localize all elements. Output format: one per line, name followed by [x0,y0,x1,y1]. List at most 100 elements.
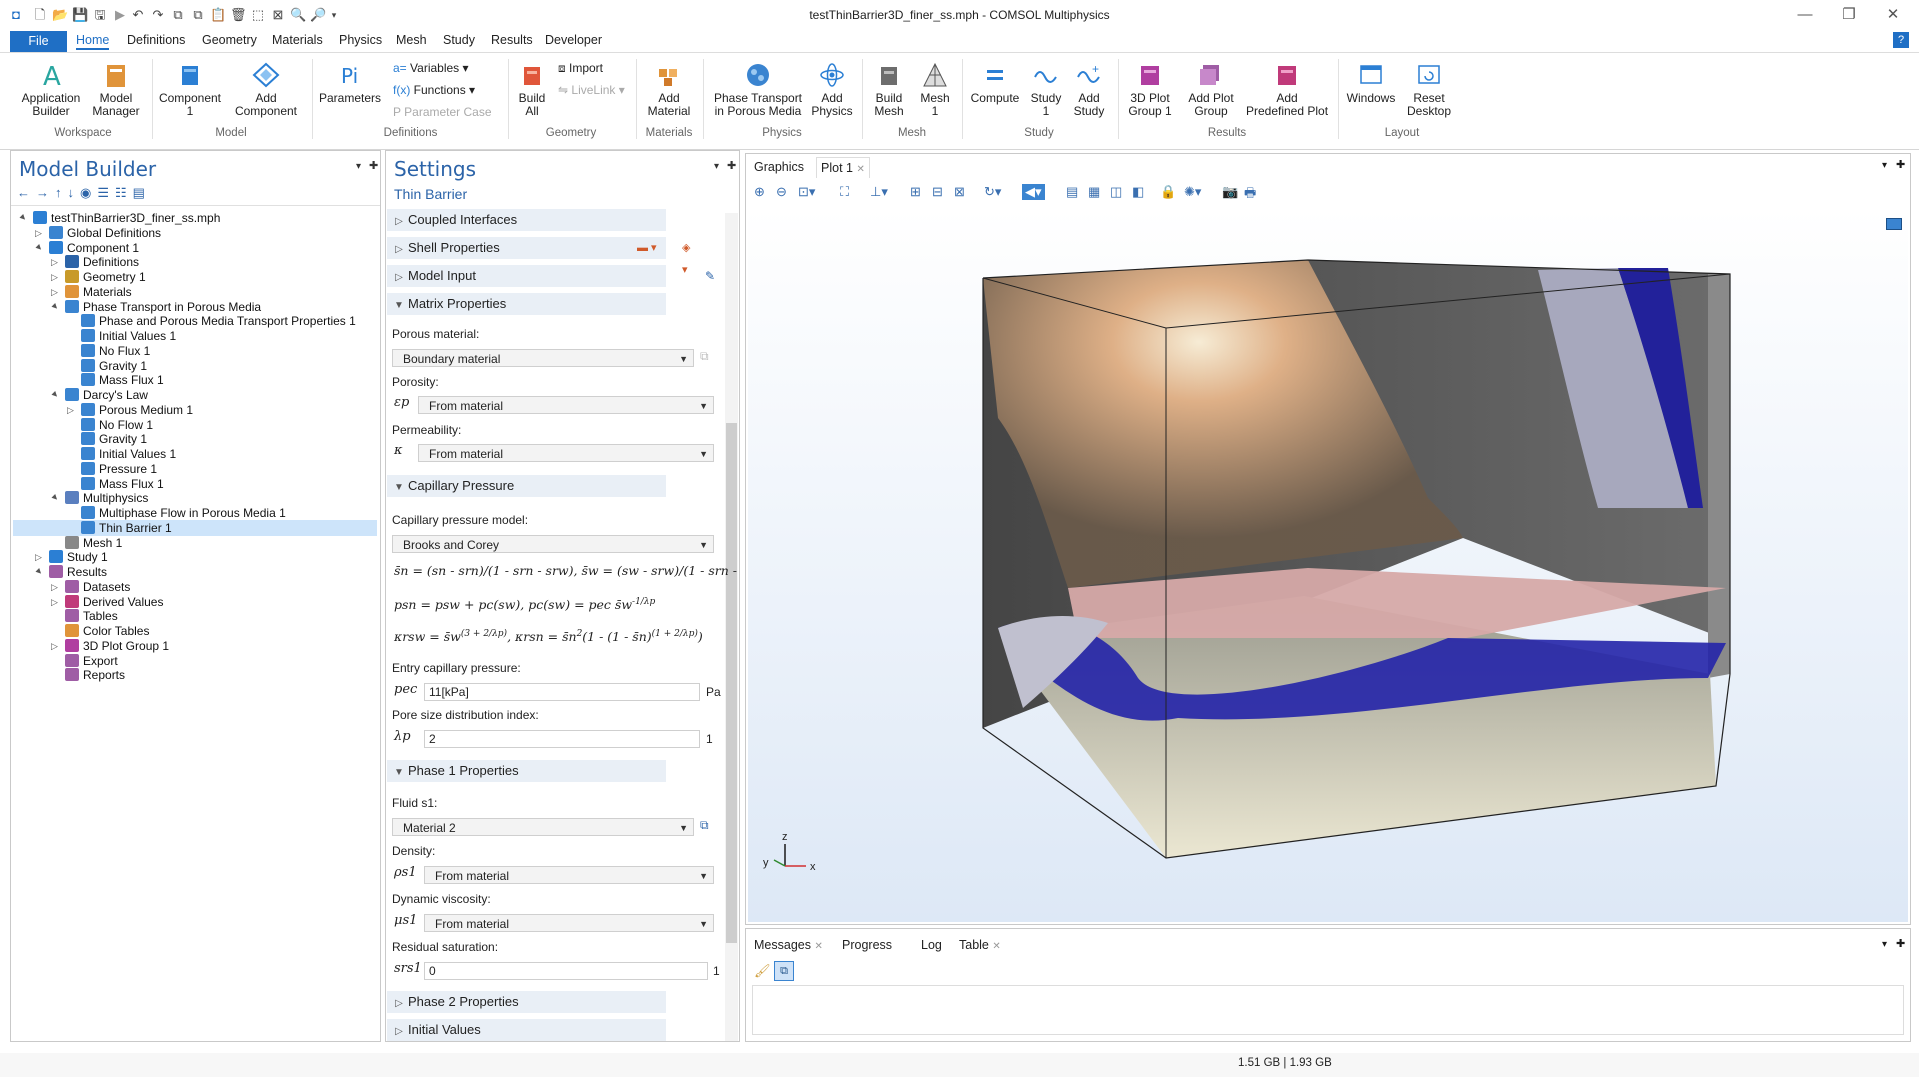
zoom-out-icon[interactable]: ⊖ [776,184,787,200]
go-to-source-icon[interactable]: ⧉ [700,818,718,836]
forward-icon[interactable]: → [36,185,55,200]
application-builder-button[interactable]: A Application Builder [18,61,84,118]
view-xy-icon[interactable]: ⊞ [910,184,921,200]
camera-icon[interactable]: 📷 [1222,184,1238,200]
tab-plot1[interactable]: Plot 1 ✕ [816,157,870,178]
graphics-canvas[interactable]: z y x [748,208,1908,922]
scrollbar-thumb[interactable] [726,423,737,943]
expand-arrow-icon[interactable]: ▷ [35,228,42,239]
tab-messages[interactable]: Messages ✕ [754,935,823,955]
capillary-model-select[interactable]: Brooks and Corey ▼ [392,535,714,553]
transparency-icon[interactable]: ◫ [1110,184,1122,200]
expand-arrow-icon[interactable]: ▷ [51,641,58,652]
collapse-arrow-icon[interactable]: ▲ [49,492,62,505]
settings-scrollbar[interactable] [725,213,738,1041]
close-tab-icon[interactable]: ✕ [814,941,822,952]
phase-transport-button[interactable]: Phase Transport in Porous Media [708,61,808,118]
minimize-icon[interactable]: — [1783,4,1827,26]
permeability-select[interactable]: From material ▼ [418,444,714,462]
back-icon[interactable]: ← [17,185,36,200]
help-icon[interactable]: ? [1893,32,1909,48]
entry-pressure-input[interactable]: 11[kPa] [424,683,700,701]
expand-arrow-icon[interactable]: ▷ [51,597,58,608]
pore-index-input[interactable]: 2 [424,730,700,748]
panel-menu-icon[interactable]: ▾ [1882,160,1887,171]
panel-menu-icon[interactable]: ▾ [714,161,719,172]
tab-log[interactable]: Log [921,935,942,955]
compute-button[interactable]: Compute [966,61,1024,105]
parameters-button[interactable]: Pi Parameters [318,61,382,105]
tab-graphics[interactable]: Graphics [754,157,804,177]
menu-developer[interactable]: Developer [545,33,602,47]
tree-item[interactable]: Reports [65,666,125,684]
clear-messages-icon[interactable]: 🖌 [754,963,771,979]
mesh1-button[interactable]: Mesh 1 [914,61,956,118]
select-mode-icon[interactable]: ◀▾ [1022,184,1045,200]
close-tab-icon[interactable]: ✕ [856,164,864,175]
close-icon[interactable]: ✕ [1871,4,1915,26]
shell-layer-icon[interactable]: ▬ ▾ [637,237,657,259]
tab-table[interactable]: Table ✕ [959,935,1001,955]
menu-file[interactable]: File [10,31,67,52]
section-capillary-pressure[interactable]: ▼ Capillary Pressure [387,475,666,497]
view-xz-icon[interactable]: ⊠ [954,184,965,200]
density-select[interactable]: From material ▼ [424,866,714,884]
porosity-select[interactable]: From material ▼ [418,396,714,414]
section-model-input[interactable]: ▷ Model Input ✎ [387,265,715,287]
import-button[interactable]: ⧈ Import [558,61,603,76]
menu-geometry[interactable]: Geometry [202,33,257,47]
expand-arrow-icon[interactable]: ▷ [51,272,58,283]
build-mesh-button[interactable]: Build Mesh [866,61,912,118]
rotate-icon[interactable]: ↻▾ [984,184,1001,200]
print-icon[interactable]: 🖶 [1244,184,1256,206]
pin-icon[interactable]: ✚ [369,159,378,172]
scene-light-icon[interactable]: ✺▾ [1184,184,1201,200]
residual-saturation-input[interactable]: 0 [424,962,708,980]
zoom-box-icon[interactable]: ⊡▾ [798,184,815,200]
maximize-icon[interactable]: ❐ [1827,4,1871,26]
model-manager-button[interactable]: Model Manager [86,61,146,118]
menu-mesh[interactable]: Mesh [396,33,427,47]
pin-icon[interactable]: ✚ [1896,158,1905,171]
collapse-arrow-icon[interactable]: ▲ [33,241,46,254]
menu-physics[interactable]: Physics [339,33,382,47]
zoom-extents-icon[interactable]: ⛶ [840,184,849,200]
livelink-button[interactable]: ⇋ LiveLink ▾ [558,83,625,97]
menu-materials[interactable]: Materials [272,33,323,47]
component-button[interactable]: Component 1 [156,61,224,118]
fluid-select[interactable]: Material 2 ▼ [392,818,694,836]
expand-arrow-icon[interactable]: ▷ [51,257,58,268]
lock-icon[interactable]: 🔒 [1160,184,1176,200]
menu-study[interactable]: Study [443,33,475,47]
edit-icon[interactable]: ✎ [705,265,715,287]
add-predefined-plot-button[interactable]: Add Predefined Plot [1244,61,1330,118]
up-icon[interactable]: ↑ [55,185,68,200]
menu-definitions[interactable]: Definitions [127,33,185,47]
view-yz-icon[interactable]: ⊟ [932,184,943,200]
panel-menu-icon[interactable]: ▾ [356,161,361,172]
build-all-button[interactable]: Build All [512,61,552,118]
section-coupled-interfaces[interactable]: ▷ Coupled Interfaces [387,209,666,231]
collapse-icon[interactable]: ☷ [115,185,133,200]
menu-results[interactable]: Results [491,33,533,47]
add-material-button[interactable]: Add Material [640,61,698,118]
expand-arrow-icon[interactable]: ▷ [35,552,42,563]
viscosity-select[interactable]: From material ▼ [424,914,714,932]
section-phase2-properties[interactable]: ▷ Phase 2 Properties [387,991,666,1013]
expand-arrow-icon[interactable]: ▷ [51,582,58,593]
menu-home[interactable]: Home [76,33,110,50]
collapse-arrow-icon[interactable]: ▲ [49,300,62,313]
shell-options-icon[interactable]: ◈ ▾ [682,237,690,281]
pin-icon[interactable]: ✚ [727,159,736,172]
add-study-button[interactable]: + Add Study [1068,61,1110,118]
reset-desktop-button[interactable]: Reset Desktop [1400,61,1458,118]
zoom-in-icon[interactable]: ⊕ [754,184,765,200]
expand-arrow-icon[interactable]: ▷ [67,405,74,416]
parameter-case-button[interactable]: P Parameter Case [393,105,492,119]
show-icon[interactable]: ◉ [80,185,97,200]
panel-menu-icon[interactable]: ▾ [1882,939,1887,950]
windows-button[interactable]: Windows [1344,61,1398,105]
close-tab-icon[interactable]: ✕ [992,941,1000,952]
wireframe-icon[interactable]: ▤ [1066,184,1078,200]
grid-icon[interactable]: ▦ [1088,184,1100,200]
